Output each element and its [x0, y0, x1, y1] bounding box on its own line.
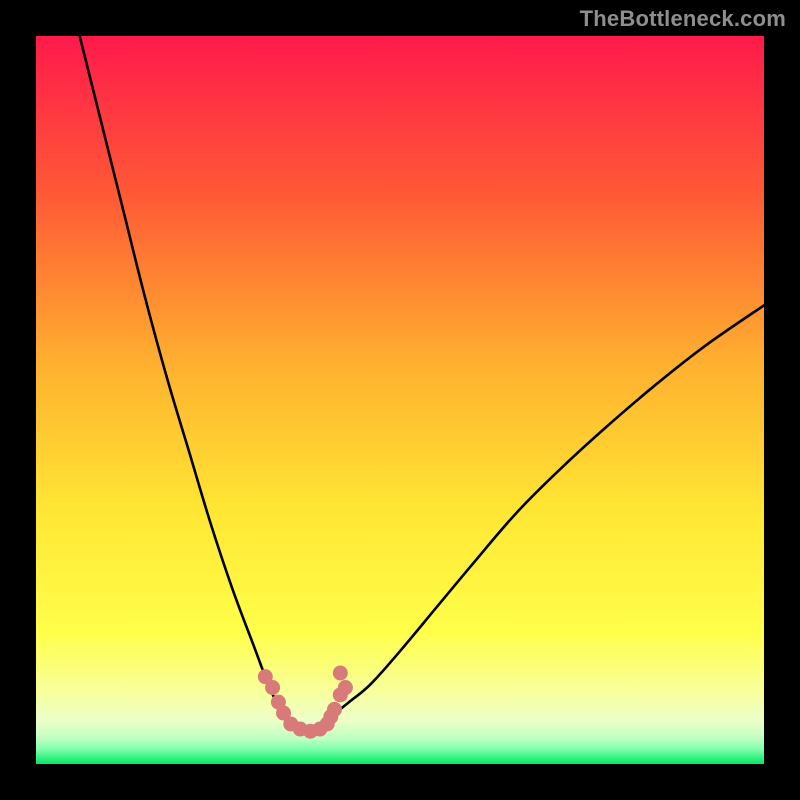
curve-left-branch — [80, 36, 287, 720]
data-dot — [333, 666, 348, 681]
curve-right-branch — [331, 305, 764, 716]
data-dot — [327, 702, 342, 717]
watermark-text: TheBottleneck.com — [580, 6, 786, 32]
bottleneck-curve — [36, 36, 764, 764]
data-dot — [338, 680, 353, 695]
plot-area — [36, 36, 764, 764]
data-dot — [265, 680, 280, 695]
chart-frame: TheBottleneck.com — [0, 0, 800, 800]
